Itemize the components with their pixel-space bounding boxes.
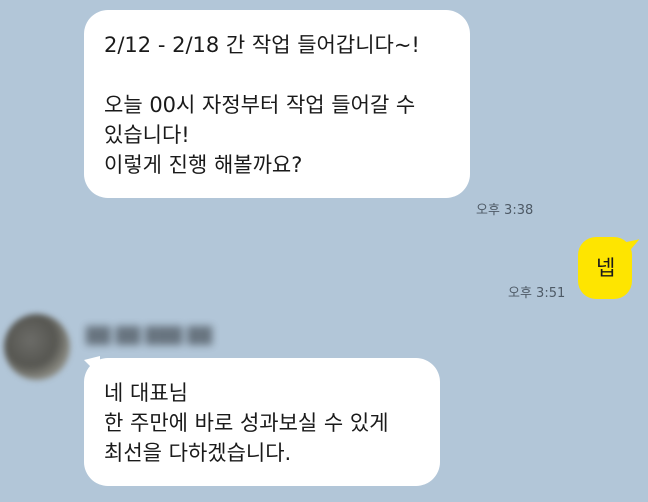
message-timestamp: 오후 3:38 (476, 203, 534, 218)
sender-name: ██ ██ ███ ██ (86, 326, 212, 345)
message-bubble-incoming[interactable]: 2/12 - 2/18 간 작업 들어갑니다~! 오늘 00시 자정부터 작업 … (84, 10, 470, 198)
message-bubble-outgoing[interactable]: 넵 (578, 237, 632, 299)
message-bubble-incoming[interactable]: 네 대표님 한 주만에 바로 성과보실 수 있게 최선을 다하겠습니다. (84, 358, 440, 486)
message-timestamp: 오후 3:51 (508, 286, 566, 301)
sender-avatar[interactable] (4, 314, 70, 380)
